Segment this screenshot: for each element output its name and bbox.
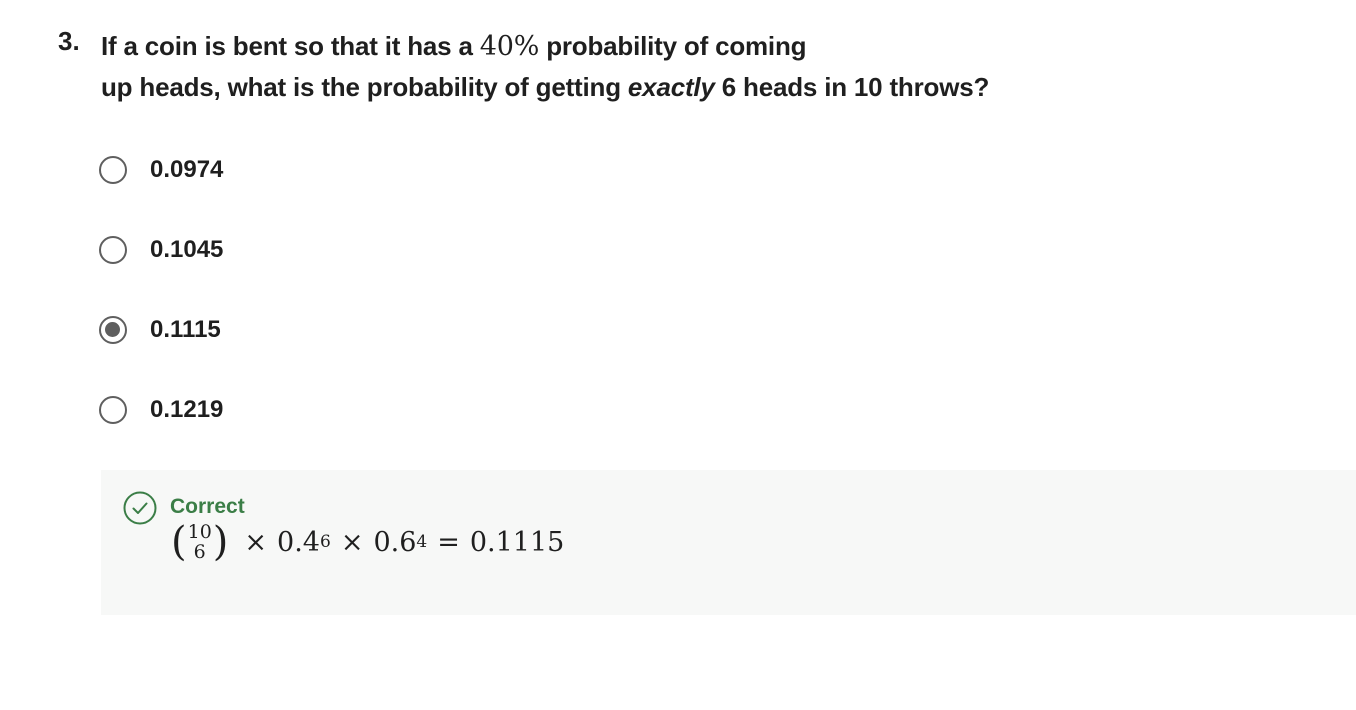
question-text: If a coin is bent so that it has a 40% p… xyxy=(101,26,1101,107)
binomial-bottom: 6 xyxy=(193,541,206,563)
paren-right: ) xyxy=(212,519,229,565)
paren-left: ( xyxy=(171,519,187,565)
binomial-top: 10 xyxy=(187,521,212,543)
explanation-formula: ( 10 6 ) × 0.4 6 × 0.6 4 = 0.1115 xyxy=(171,519,565,565)
formula-base: 0.6 xyxy=(373,526,417,558)
answer-option-3[interactable]: 0.1115 xyxy=(99,312,221,348)
answer-option-4[interactable]: 0.1219 xyxy=(99,392,223,428)
times-operator: × xyxy=(244,526,268,558)
feedback-status: Correct xyxy=(170,495,245,518)
question-math-percent: 40% xyxy=(479,31,540,62)
radio-button[interactable] xyxy=(99,156,127,184)
question-emphasis: exactly xyxy=(627,72,715,102)
quiz-question: 3. If a coin is bent so that it has a 40… xyxy=(0,0,1356,710)
answer-option-label: 0.1045 xyxy=(150,236,224,263)
equals-operator: = xyxy=(437,526,460,558)
answer-option-1[interactable]: 0.0974 xyxy=(99,152,223,188)
radio-button[interactable] xyxy=(99,236,127,264)
question-text-part: up heads, what is the probability of get… xyxy=(101,72,628,102)
question-line-2: up heads, what is the probability of get… xyxy=(101,67,1101,107)
binomial-coefficient: ( 10 6 ) xyxy=(171,522,228,562)
question-number: 3. xyxy=(58,26,80,56)
check-circle-icon xyxy=(123,491,157,525)
answer-feedback-panel: Correct ( 10 6 ) × 0.4 6 × 0.6 4 = 0.1115 xyxy=(101,470,1356,615)
formula-base: 0.4 xyxy=(277,526,320,558)
question-text-part: probability of coming xyxy=(539,31,807,61)
formula-result: 0.1115 xyxy=(469,526,565,558)
answer-option-2[interactable]: 0.1045 xyxy=(99,232,223,268)
radio-button-selected[interactable] xyxy=(99,316,127,344)
question-text-part: 6 heads in 10 throws? xyxy=(714,72,990,102)
question-text-part: If a coin is bent so that it has a xyxy=(101,31,480,61)
answer-option-label: 0.1219 xyxy=(150,396,224,423)
answer-option-label: 0.0974 xyxy=(150,156,224,183)
question-line-1: If a coin is bent so that it has a 40% p… xyxy=(101,26,1101,67)
times-operator: × xyxy=(340,526,364,558)
radio-button[interactable] xyxy=(99,396,127,424)
binomial-stack: 10 6 xyxy=(188,522,212,562)
answer-option-label: 0.1115 xyxy=(150,316,221,343)
